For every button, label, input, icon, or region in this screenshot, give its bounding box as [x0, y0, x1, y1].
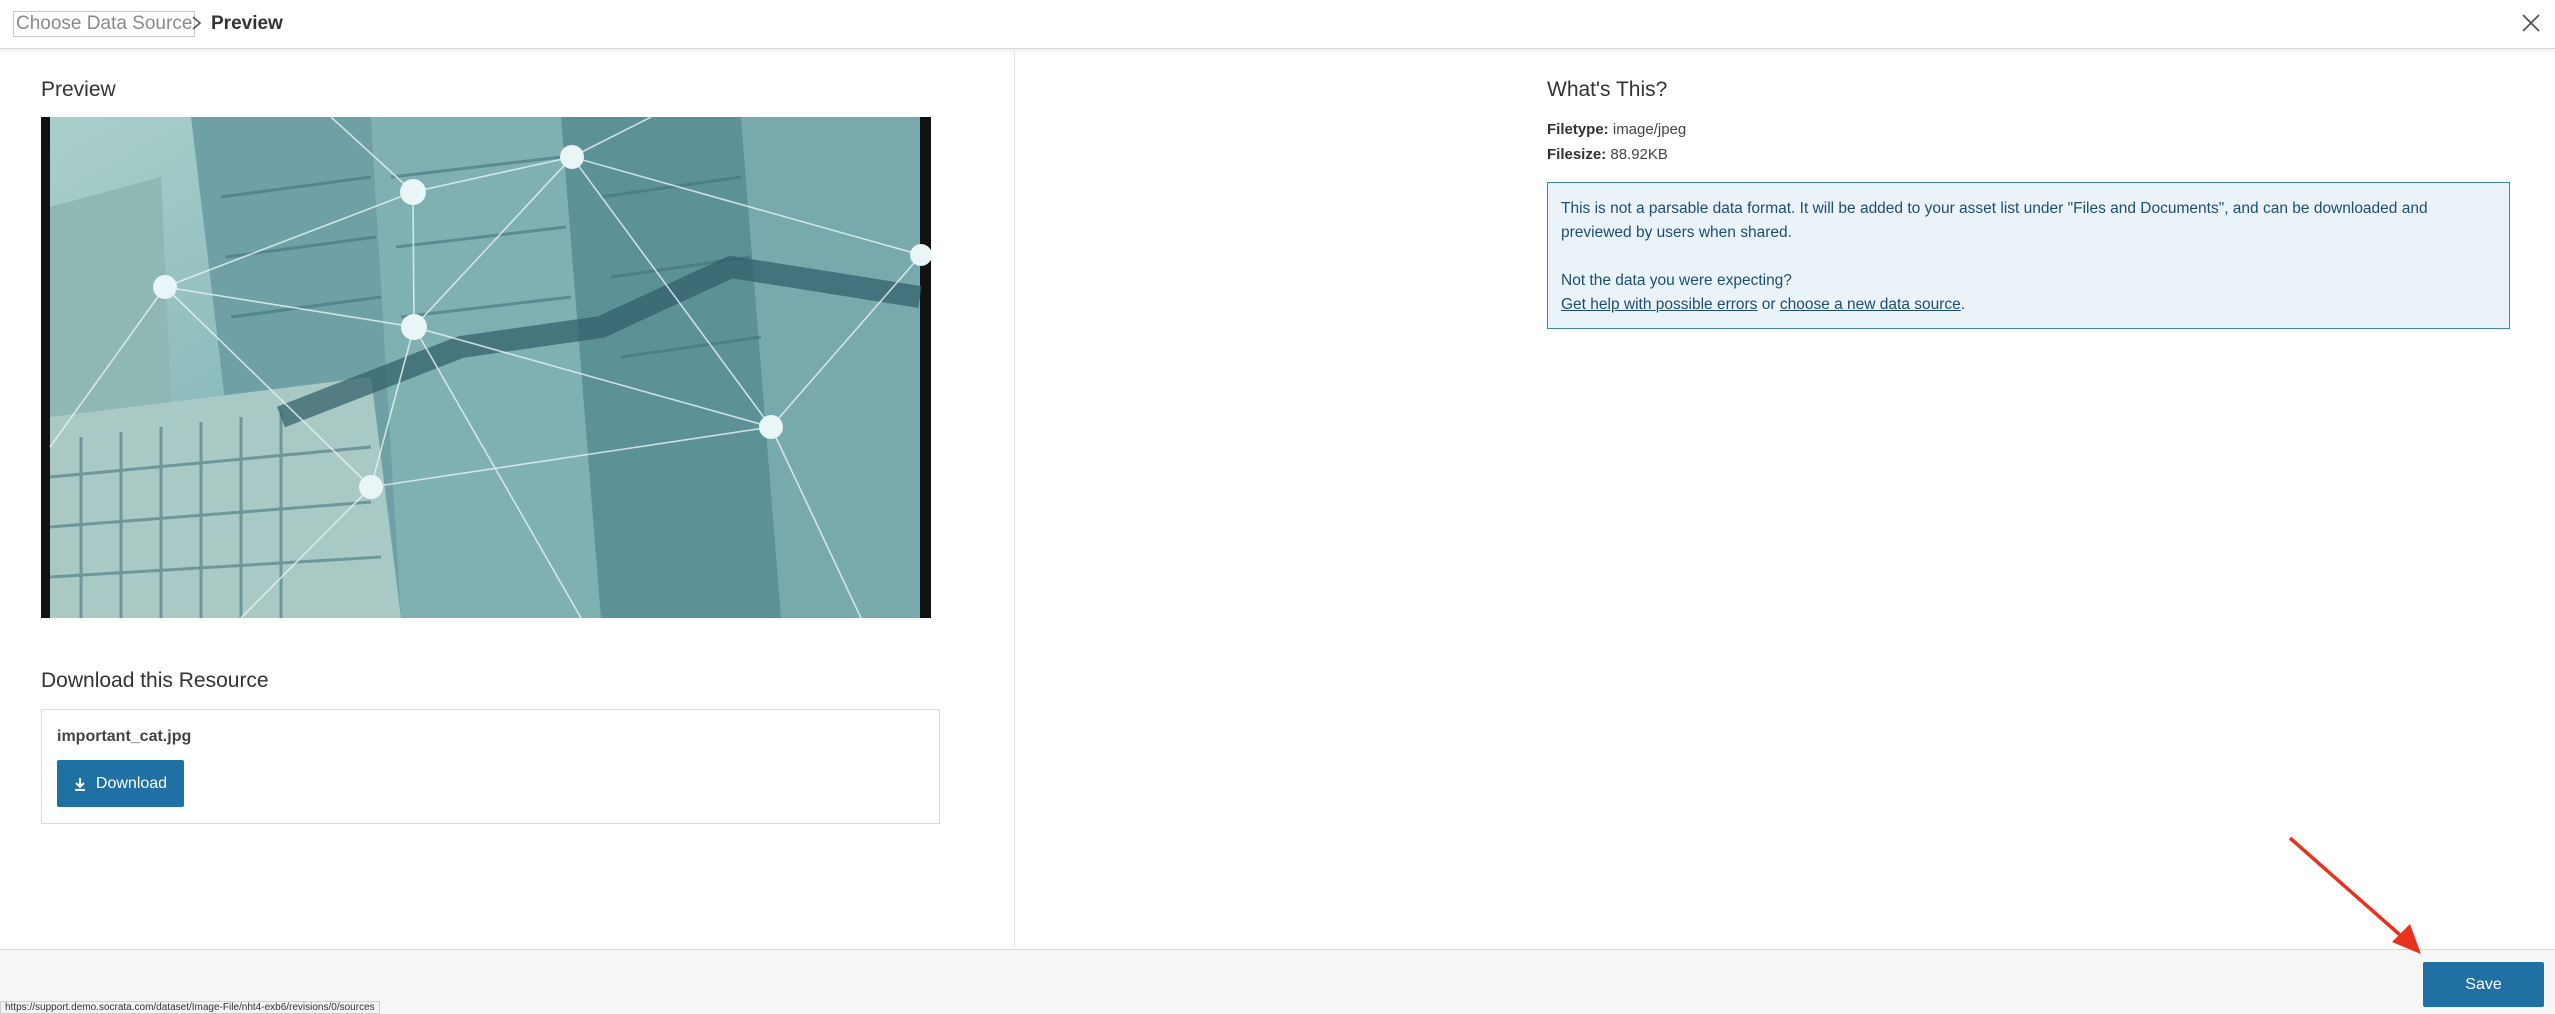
whats-this-heading: What's This?	[1547, 78, 1668, 101]
filesize-label: Filesize:	[1547, 146, 1607, 163]
help-errors-link[interactable]: Get help with possible errors	[1561, 296, 1757, 313]
or-text: or	[1757, 296, 1780, 313]
annotation-arrow-icon	[2288, 836, 2421, 954]
breadcrumb-preview: Preview	[211, 13, 283, 34]
info-box: This is not a parsable data format. It w…	[1547, 182, 2510, 329]
download-heading: Download this Resource	[41, 669, 269, 692]
expecting-text: Not the data you were expecting?	[1561, 272, 1792, 289]
breadcrumb-choose-data-source[interactable]: Choose Data Source	[13, 11, 196, 37]
download-label: Download	[95, 774, 168, 792]
close-icon[interactable]	[2518, 10, 2544, 36]
choose-new-source-link[interactable]: choose a new data source	[1780, 296, 1961, 313]
status-bar-url: https://support.demo.socrata.com/dataset…	[0, 1001, 380, 1014]
filetype-value: image/jpeg	[1612, 121, 1687, 138]
footer-bar	[0, 949, 2555, 1014]
preview-heading: Preview	[41, 78, 116, 101]
period-text: .	[1960, 296, 1966, 313]
filesize-value: 88.92KB	[1610, 146, 1668, 163]
column-divider	[1014, 50, 1015, 948]
download-button[interactable]: Download	[57, 760, 184, 807]
file-name: important_cat.jpg	[57, 728, 192, 745]
chevron-right-icon	[192, 16, 202, 30]
filetype-label: Filetype:	[1547, 121, 1609, 138]
help-line: Get help with possible errors or choose …	[1561, 293, 2496, 317]
download-panel: important_cat.jpg Download	[41, 709, 940, 824]
filetype-row: Filetype: image/jpeg	[1547, 121, 1686, 138]
preview-image	[41, 117, 931, 618]
top-bar: Choose Data Source Preview	[0, 0, 2555, 49]
save-button[interactable]: Save	[2423, 962, 2544, 1007]
info-text: This is not a parsable data format. It w…	[1561, 200, 2428, 241]
filesize-row: Filesize: 88.92KB	[1547, 146, 1668, 163]
download-icon	[74, 777, 85, 791]
